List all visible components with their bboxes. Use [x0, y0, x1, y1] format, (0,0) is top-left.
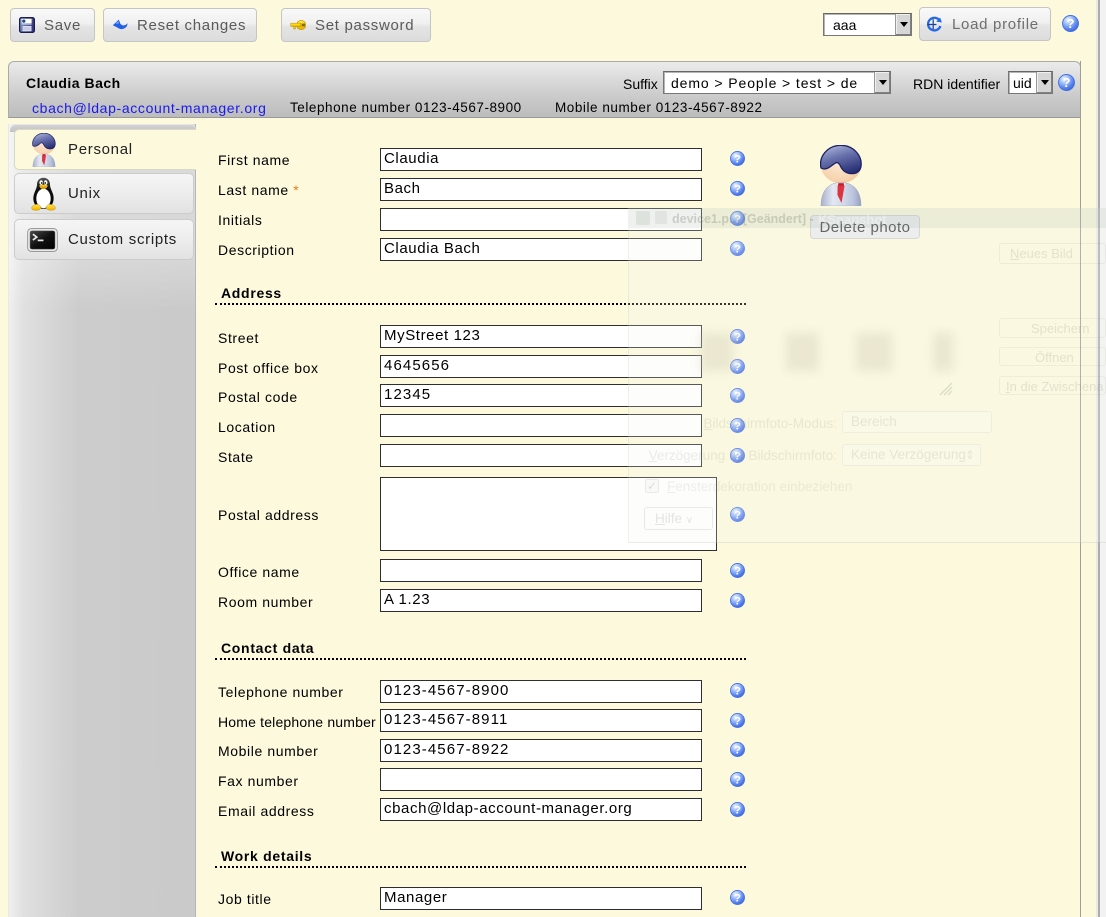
svg-text:?: ? — [1067, 16, 1075, 31]
svg-text:?: ? — [734, 183, 741, 195]
svg-text:?: ? — [734, 565, 741, 577]
svg-text:?: ? — [734, 804, 741, 816]
svg-text:?: ? — [1063, 75, 1071, 90]
svg-text:?: ? — [734, 744, 741, 756]
svg-text:?: ? — [734, 715, 741, 727]
svg-text:?: ? — [734, 595, 741, 607]
svg-text:?: ? — [734, 892, 741, 904]
svg-text:?: ? — [734, 774, 741, 786]
svg-text:?: ? — [734, 153, 741, 165]
svg-text:?: ? — [734, 685, 741, 697]
